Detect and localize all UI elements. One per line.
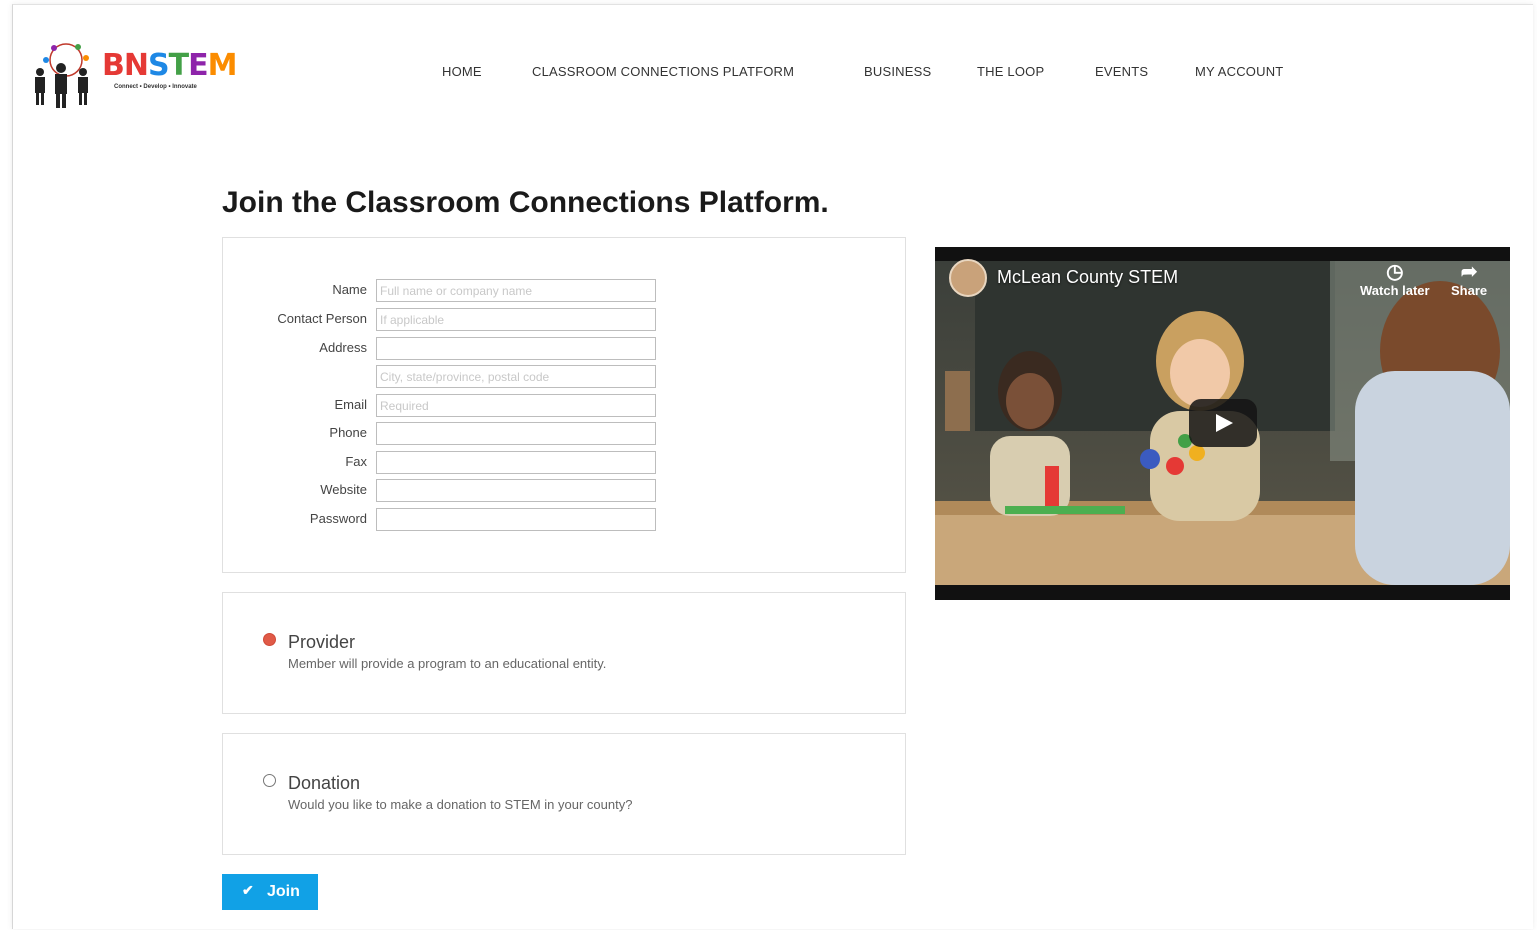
password-label: Password — [309, 511, 367, 526]
video-title[interactable]: McLean County STEM — [997, 267, 1178, 288]
channel-avatar[interactable] — [949, 259, 987, 297]
nav-item-classroom-connections[interactable]: CLASSROOM CONNECTIONS PLATFORM — [532, 64, 794, 79]
clock-icon: ◷ — [1386, 261, 1404, 283]
nav-item-home[interactable]: HOME — [442, 64, 482, 79]
provider-radio[interactable] — [263, 633, 276, 646]
website-input[interactable] — [376, 479, 656, 502]
city-input[interactable] — [376, 365, 656, 388]
donation-radio[interactable] — [263, 774, 276, 787]
nav-item-business[interactable]: BUSINESS — [864, 64, 931, 79]
donation-option[interactable]: Donation Would you like to make a donati… — [222, 733, 906, 855]
address-label: Address — [319, 340, 367, 355]
contact-person-label: Contact Person — [277, 311, 367, 326]
phone-input[interactable] — [376, 422, 656, 445]
provider-option[interactable]: Provider Member will provide a program t… — [222, 592, 906, 714]
join-button[interactable]: ✔ Join — [222, 874, 318, 910]
email-row: Email — [223, 394, 905, 417]
name-row: Name — [223, 279, 905, 302]
name-label: Name — [332, 282, 367, 297]
fax-input[interactable] — [376, 451, 656, 474]
name-input[interactable] — [376, 279, 656, 302]
website-label: Website — [320, 482, 367, 497]
nav-item-my-account[interactable]: MY ACCOUNT — [1195, 64, 1283, 79]
city-row — [223, 365, 905, 388]
donation-title: Donation — [288, 773, 361, 793]
watch-later-label: Watch later — [1360, 283, 1430, 298]
check-icon: ✔ — [242, 882, 254, 898]
share-icon: ➦ — [1460, 261, 1478, 283]
nav-item-the-loop[interactable]: THE LOOP — [977, 64, 1044, 79]
provider-description: Member will provide a program to an educ… — [288, 656, 607, 671]
provider-title: Provider — [288, 632, 356, 652]
phone-label: Phone — [329, 425, 367, 440]
page-title: Join the Classroom Connections Platform. — [222, 186, 829, 219]
donation-description: Would you like to make a donation to STE… — [288, 797, 633, 812]
logo-tagline: Connect • Develop • Innovate — [114, 84, 197, 90]
website-row: Website — [223, 479, 905, 502]
phone-row: Phone — [223, 422, 905, 445]
fax-label: Fax — [345, 454, 367, 469]
email-label: Email — [334, 397, 367, 412]
contact-person-row: Contact Person — [223, 308, 905, 331]
password-input[interactable] — [376, 508, 656, 531]
email-input[interactable] — [376, 394, 656, 417]
watch-later-button[interactable]: ◷ Watch later — [1360, 261, 1430, 298]
address-row: Address — [223, 337, 905, 360]
play-icon[interactable] — [1189, 399, 1257, 447]
registration-form: Name Contact Person Address Email Phone … — [222, 237, 906, 573]
contact-person-input[interactable] — [376, 308, 656, 331]
fax-row: Fax — [223, 451, 905, 474]
main-nav: HOME CLASSROOM CONNECTIONS PLATFORM BUSI… — [0, 64, 1537, 84]
address-input[interactable] — [376, 337, 656, 360]
password-row: Password — [223, 508, 905, 531]
share-button[interactable]: ➦ Share — [1451, 261, 1487, 298]
video-player[interactable]: McLean County STEM ◷ Watch later ➦ Share — [935, 247, 1510, 600]
nav-item-events[interactable]: EVENTS — [1095, 64, 1148, 79]
join-button-label: Join — [267, 883, 300, 900]
share-label: Share — [1451, 283, 1488, 298]
